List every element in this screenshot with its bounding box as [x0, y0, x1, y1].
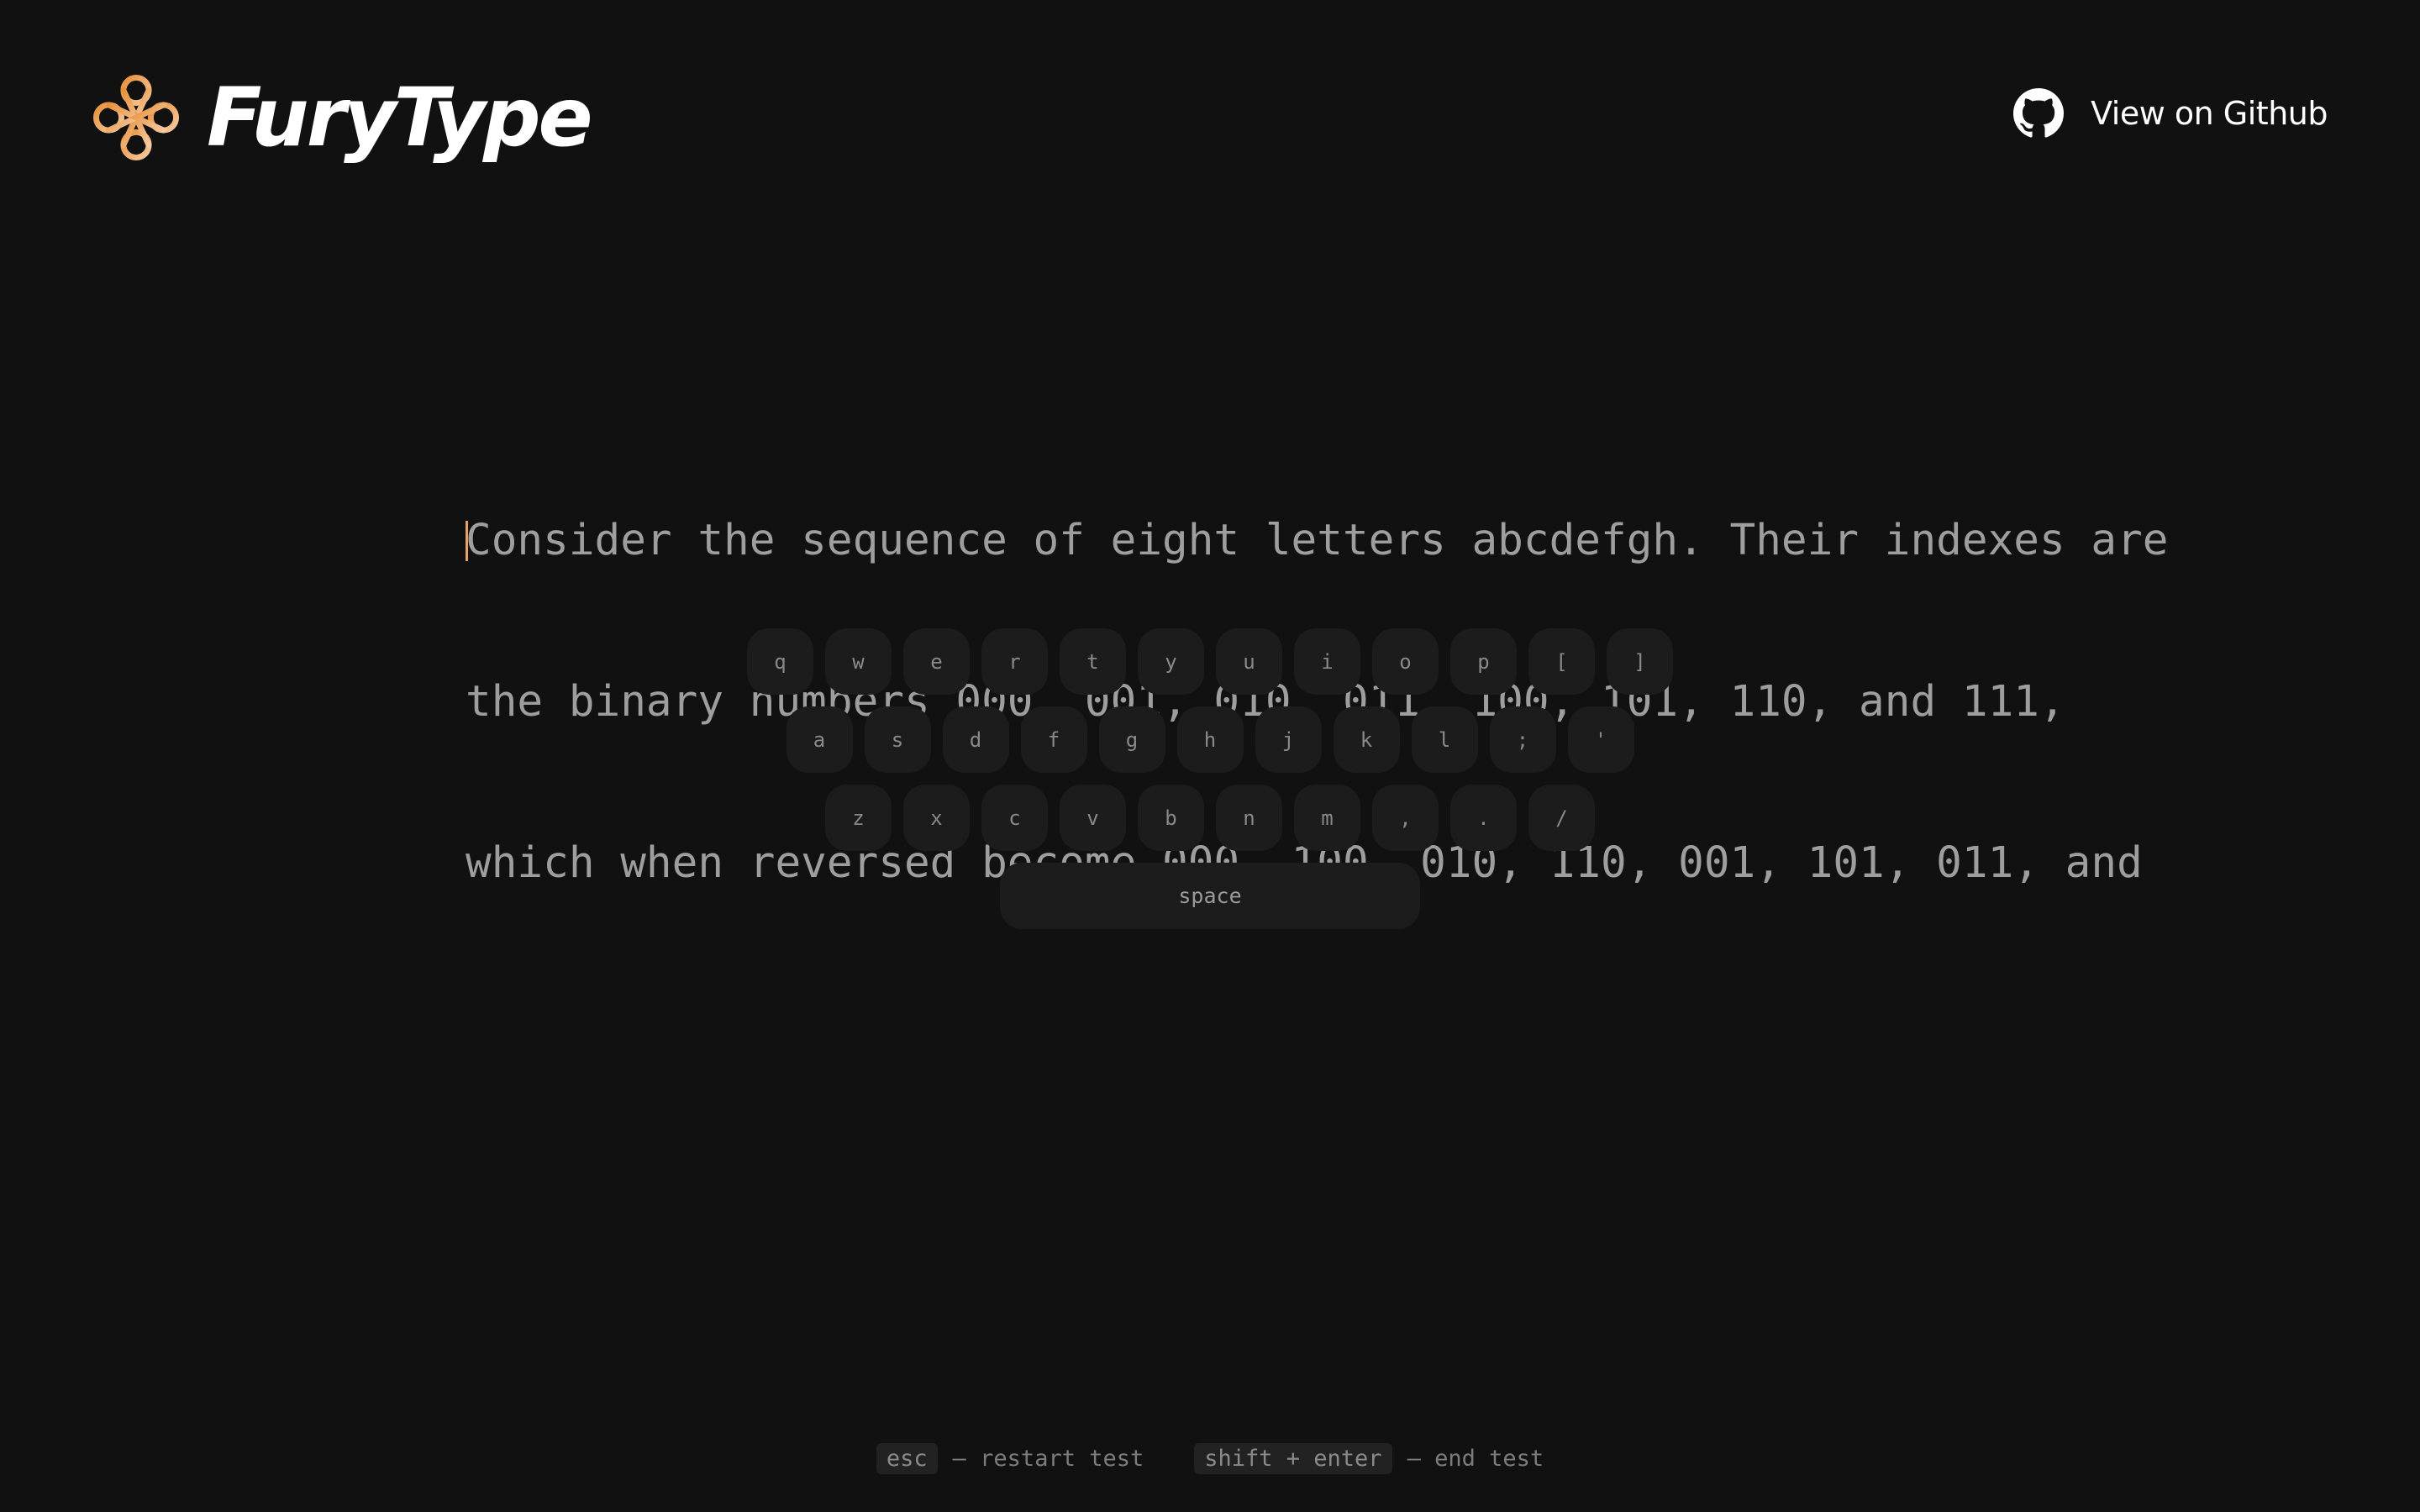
key-k[interactable]: k [1333, 706, 1400, 773]
keyboard-row-home: a s d f g h j k l ; ' [0, 706, 2420, 773]
key-apostrophe[interactable]: ' [1567, 706, 1634, 773]
key-space[interactable]: space [1000, 863, 1420, 929]
key-c[interactable]: c [981, 785, 1048, 851]
key-period[interactable]: . [1450, 785, 1517, 851]
key-p[interactable]: p [1450, 628, 1517, 695]
end-hint: shift + enter — end test [1194, 1443, 1544, 1474]
github-link-label: View on Github [2091, 95, 2328, 132]
key-m[interactable]: m [1294, 785, 1360, 851]
key-o[interactable]: o [1372, 628, 1439, 695]
restart-hint: esc — restart test [876, 1443, 1144, 1474]
key-slash[interactable]: / [1528, 785, 1595, 851]
on-screen-keyboard: q w e r t y u i o p [ ] a s d f g h j k … [0, 628, 2420, 941]
view-on-github-link[interactable]: View on Github [2013, 84, 2328, 143]
keyboard-row-top: q w e r t y u i o p [ ] [0, 628, 2420, 695]
shift-enter-key-badge: shift + enter [1194, 1443, 1392, 1474]
key-right-bracket[interactable]: ] [1607, 628, 1673, 695]
key-q[interactable]: q [747, 628, 813, 695]
key-v[interactable]: v [1060, 785, 1126, 851]
key-y[interactable]: y [1138, 628, 1204, 695]
keyboard-row-bottom: z x c v b n m , . / [0, 785, 2420, 851]
keyboard-row-space: space [0, 863, 2420, 929]
key-z[interactable]: z [825, 785, 892, 851]
key-d[interactable]: d [942, 706, 1009, 773]
esc-key-badge: esc [876, 1443, 938, 1474]
typing-line-1: Consider the sequence of eight letters a… [466, 514, 2169, 568]
key-n[interactable]: n [1216, 785, 1282, 851]
key-a[interactable]: a [786, 706, 853, 773]
key-b[interactable]: b [1138, 785, 1204, 851]
key-t[interactable]: t [1060, 628, 1126, 695]
key-g[interactable]: g [1098, 706, 1165, 773]
key-j[interactable]: j [1255, 706, 1322, 773]
key-r[interactable]: r [981, 628, 1048, 695]
key-l[interactable]: l [1411, 706, 1478, 773]
brand-name: FuryType [207, 71, 593, 165]
brand: FuryType [87, 66, 593, 170]
celtic-knot-logo-icon [92, 74, 180, 161]
key-s[interactable]: s [864, 706, 931, 773]
key-semicolon[interactable]: ; [1489, 706, 1556, 773]
key-x[interactable]: x [903, 785, 970, 851]
key-left-bracket[interactable]: [ [1528, 628, 1595, 695]
restart-hint-text: — restart test [952, 1446, 1144, 1472]
end-hint-text: — end test [1407, 1446, 1544, 1472]
key-u[interactable]: u [1216, 628, 1282, 695]
key-f[interactable]: f [1020, 706, 1087, 773]
key-h[interactable]: h [1176, 706, 1244, 773]
shortcut-hints: esc — restart test shift + enter — end t… [0, 1443, 2420, 1474]
key-e[interactable]: e [903, 628, 970, 695]
key-w[interactable]: w [825, 628, 892, 695]
typing-line-1-text: Consider the sequence of eight letters a… [466, 516, 2169, 565]
github-icon [2013, 88, 2065, 138]
key-comma[interactable]: , [1372, 785, 1439, 851]
key-i[interactable]: i [1294, 628, 1360, 695]
